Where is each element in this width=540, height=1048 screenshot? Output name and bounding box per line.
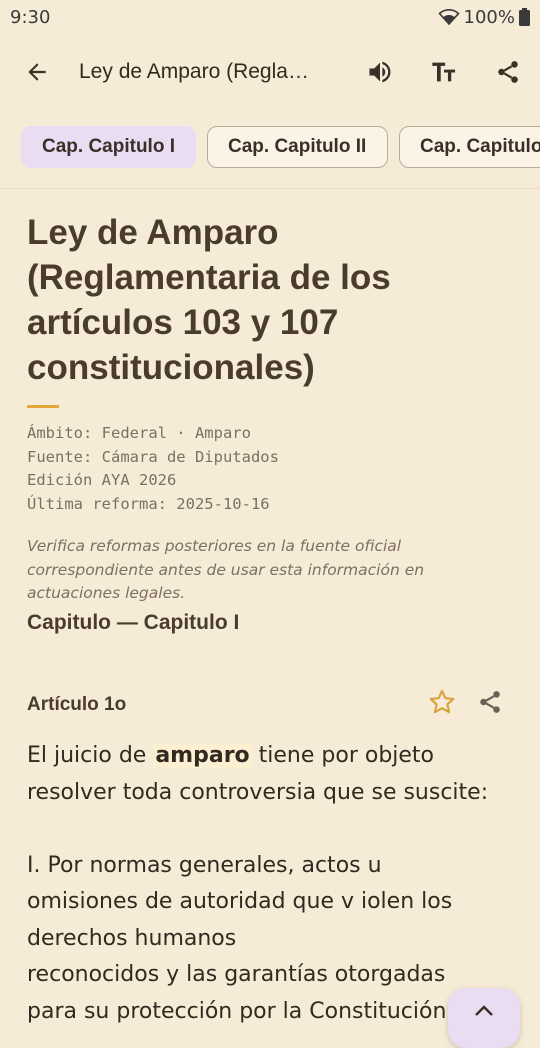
wifi-icon (437, 8, 460, 26)
meta-last-reform: Última reforma: 2025-10-16 (27, 494, 270, 513)
text-size-icon (430, 58, 458, 90)
article-line: reconocidos y las garantías otorgadas (27, 962, 446, 987)
status-indicators: 100% (437, 6, 530, 28)
meta-source: Fuente: Cámara de Diputados (27, 447, 279, 466)
arrow-back-icon (24, 59, 50, 89)
meta-scope: Ámbito: Federal · Amparo (27, 424, 251, 442)
share-icon (477, 689, 503, 719)
chapter-tab-3[interactable]: Cap. Capitulo III (399, 126, 540, 168)
share-article-button[interactable] (470, 684, 510, 724)
disclaimer-line: correspondiente antes de usar esta infor… (27, 560, 425, 579)
article-line: derechos humanos (27, 925, 237, 951)
star-outline-icon (428, 688, 456, 720)
read-aloud-button[interactable] (356, 50, 404, 98)
accent-divider (27, 405, 59, 408)
app-bar-title: Ley de Amparo (Regla… (79, 60, 309, 83)
document-header: Ley de Amparo (Reglamentaria de los artí… (27, 210, 517, 606)
disclaimer-line: actuaciones legales. (27, 584, 186, 602)
article-line: omisiones de autoridad que v iolen los (27, 889, 453, 914)
article-line: resolver toda controversia que se suscit… (27, 779, 489, 805)
legal-disclaimer: Verifica reformas posteriores en la fuen… (27, 535, 517, 606)
battery-icon (519, 8, 530, 26)
article-line: I. Por normas generales, actos u (27, 852, 382, 878)
disclaimer-line: Verifica reformas posteriores en la fuen… (27, 537, 402, 555)
favorite-article-button[interactable] (422, 684, 462, 724)
article-text: El juicio de amparo tiene por objeto res… (27, 738, 527, 1030)
header-divider (0, 188, 540, 189)
article-label: Artículo 1o (27, 694, 127, 715)
chapter-tab-2[interactable]: Cap. Capitulo II (207, 126, 388, 168)
arrow-up-icon (473, 1002, 495, 1048)
top-app-bar: Ley de Amparo (Regla… (0, 38, 540, 110)
chapter-heading: Capitulo — Capitulo I (27, 611, 240, 634)
status-time: 9:30 (10, 6, 51, 28)
scroll-to-top-button[interactable] (448, 988, 520, 1048)
text-size-button[interactable] (420, 50, 468, 98)
chapter-tab-1[interactable]: Cap. Capitulo I (21, 126, 196, 168)
share-icon (495, 59, 521, 89)
chapter-tabs: Cap. Capitulo I Cap. Capitulo II Cap. Ca… (0, 124, 540, 170)
search-highlight: amparo (153, 743, 252, 768)
article-text-segment: El juicio de (27, 743, 154, 768)
status-bar: 9:30 100% (0, 0, 540, 34)
meta-edition: Edición AYA 2026 (27, 471, 177, 489)
volume-up-icon (366, 58, 394, 90)
battery-percent: 100% (463, 6, 515, 28)
document-title: Ley de Amparo (Reglamentaria de los artí… (27, 213, 391, 387)
article-text-segment: tiene por objeto (251, 743, 435, 768)
back-button[interactable] (13, 50, 61, 98)
article-line: El juicio de amparo tiene por objeto (27, 738, 527, 775)
share-button[interactable] (484, 50, 532, 98)
